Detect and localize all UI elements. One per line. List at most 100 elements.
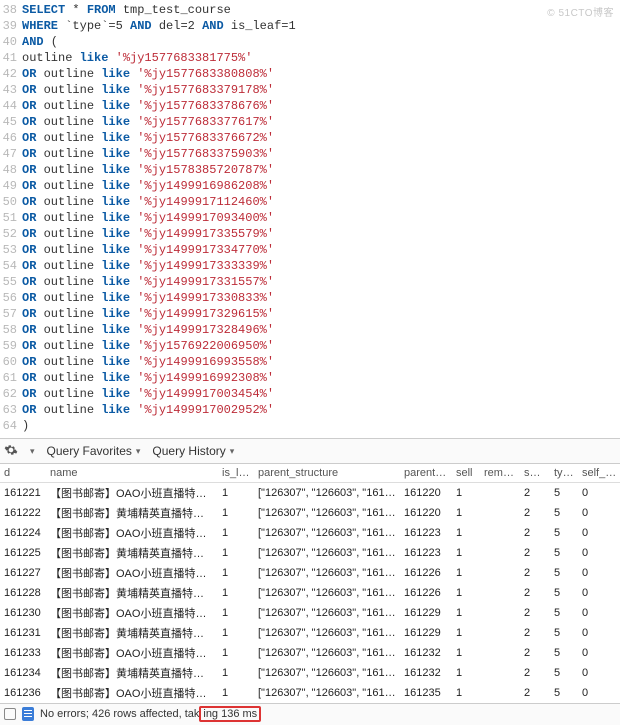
cell-parent_id[interactable]: 161232	[400, 663, 452, 683]
cell-d[interactable]: 161233	[0, 643, 46, 663]
column-header-name[interactable]: name	[46, 464, 218, 482]
code-line[interactable]: OR outline like '%jy1499917333339%'	[22, 258, 620, 274]
cell-d[interactable]: 161231	[0, 623, 46, 643]
cell-parent_structure[interactable]: ["126307", "126603", "161232"]	[254, 663, 400, 683]
cell-sell[interactable]: 1	[452, 503, 480, 523]
cell-parent_id[interactable]: 161220	[400, 482, 452, 503]
cell-self_help[interactable]: 0	[578, 583, 620, 603]
cell-parent_id[interactable]: 161223	[400, 543, 452, 563]
cell-parent_structure[interactable]: ["126307", "126603", "161220"]	[254, 482, 400, 503]
cell-is_leaf[interactable]: 1	[218, 563, 254, 583]
cell-name[interactable]: 【图书邮寄】黄埔精英直播特训营系…	[46, 663, 218, 683]
code-line[interactable]: OR outline like '%jy1576922006950%'	[22, 338, 620, 354]
cell-type[interactable]: 5	[550, 563, 578, 583]
cell-parent_id[interactable]: 161223	[400, 523, 452, 543]
cell-name[interactable]: 【图书邮寄】黄埔精英直播特训营系…	[46, 583, 218, 603]
table-row[interactable]: 161222【图书邮寄】黄埔精英直播特训营系…1["126307", "1266…	[0, 503, 620, 523]
code-line[interactable]: OR outline like '%jy1499917328496%'	[22, 322, 620, 338]
column-header-d[interactable]: d	[0, 464, 46, 482]
cell-is_leaf[interactable]: 1	[218, 523, 254, 543]
cell-type[interactable]: 5	[550, 482, 578, 503]
cell-parent_structure[interactable]: ["126307", "126603", "161229"]	[254, 603, 400, 623]
query-history-button[interactable]: Query History ▾	[152, 444, 234, 458]
code-line[interactable]: OR outline like '%jy1577683375903%'	[22, 146, 620, 162]
cell-type[interactable]: 5	[550, 603, 578, 623]
cell-parent_structure[interactable]: ["126307", "126603", "161232"]	[254, 643, 400, 663]
cell-parent_id[interactable]: 161232	[400, 643, 452, 663]
cell-d[interactable]: 161228	[0, 583, 46, 603]
table-row[interactable]: 161230【图书邮寄】OAO小班直播特训营系…1["126307", "126…	[0, 603, 620, 623]
cell-sell[interactable]: 1	[452, 623, 480, 643]
gear-dropdown[interactable]: ▾	[30, 446, 35, 457]
column-header-type[interactable]: type	[550, 464, 578, 482]
table-row[interactable]: 161227【图书邮寄】OAO小班直播特训营系…1["126307", "126…	[0, 563, 620, 583]
results-table[interactable]: dnameis_leafparent_structureparent_idsel…	[0, 464, 620, 703]
code-line[interactable]: OR outline like '%jy1499917112460%'	[22, 194, 620, 210]
cell-self_help[interactable]: 0	[578, 683, 620, 703]
cell-is_leaf[interactable]: 1	[218, 603, 254, 623]
cell-shop[interactable]: 2	[520, 482, 550, 503]
code-line[interactable]: OR outline like '%jy1499916992308%'	[22, 370, 620, 386]
cell-name[interactable]: 【图书邮寄】OAO小班直播特训营系…	[46, 563, 218, 583]
column-header-sell[interactable]: sell	[452, 464, 480, 482]
cell-name[interactable]: 【图书邮寄】黄埔精英直播特训营系…	[46, 503, 218, 523]
cell-shop[interactable]: 2	[520, 643, 550, 663]
cell-remark[interactable]	[480, 523, 520, 543]
cell-parent_structure[interactable]: ["126307", "126603", "161226"]	[254, 563, 400, 583]
cell-sell[interactable]: 1	[452, 523, 480, 543]
cell-parent_id[interactable]: 161226	[400, 583, 452, 603]
cell-is_leaf[interactable]: 1	[218, 583, 254, 603]
cell-d[interactable]: 161221	[0, 482, 46, 503]
cell-name[interactable]: 【图书邮寄】OAO小班直播特训营系…	[46, 523, 218, 543]
cell-is_leaf[interactable]: 1	[218, 482, 254, 503]
code-line[interactable]: AND (	[22, 34, 620, 50]
cell-name[interactable]: 【图书邮寄】OAO小班直播特训营系…	[46, 482, 218, 503]
code-line[interactable]: outline like '%jy1577683381775%'	[22, 50, 620, 66]
column-header-remark[interactable]: remark	[480, 464, 520, 482]
code-line[interactable]: )	[22, 418, 620, 434]
gear-icon[interactable]	[4, 443, 18, 460]
cell-d[interactable]: 161225	[0, 543, 46, 563]
code-line[interactable]: OR outline like '%jy1499917330833%'	[22, 290, 620, 306]
code-line[interactable]: WHERE `type`=5 AND del=2 AND is_leaf=1	[22, 18, 620, 34]
cell-parent_structure[interactable]: ["126307", "126603", "161220"]	[254, 503, 400, 523]
cell-parent_id[interactable]: 161229	[400, 603, 452, 623]
cell-is_leaf[interactable]: 1	[218, 503, 254, 523]
code-line[interactable]: OR outline like '%jy1577683378676%'	[22, 98, 620, 114]
cell-sell[interactable]: 1	[452, 683, 480, 703]
cell-self_help[interactable]: 0	[578, 523, 620, 543]
cell-parent_structure[interactable]: ["126307", "126603", "161223"]	[254, 543, 400, 563]
cell-type[interactable]: 5	[550, 583, 578, 603]
code-line[interactable]: OR outline like '%jy1499917093400%'	[22, 210, 620, 226]
cell-type[interactable]: 5	[550, 683, 578, 703]
cell-remark[interactable]	[480, 643, 520, 663]
table-row[interactable]: 161231【图书邮寄】黄埔精英直播特训营系…1["126307", "1266…	[0, 623, 620, 643]
cell-shop[interactable]: 2	[520, 663, 550, 683]
cell-parent_id[interactable]: 161229	[400, 623, 452, 643]
cell-parent_structure[interactable]: ["126307", "126603", "161229"]	[254, 623, 400, 643]
cell-is_leaf[interactable]: 1	[218, 683, 254, 703]
cell-shop[interactable]: 2	[520, 543, 550, 563]
table-row[interactable]: 161225【图书邮寄】黄埔精英直播特训营系…1["126307", "1266…	[0, 543, 620, 563]
cell-is_leaf[interactable]: 1	[218, 643, 254, 663]
code-line[interactable]: OR outline like '%jy1577683380808%'	[22, 66, 620, 82]
cell-shop[interactable]: 2	[520, 523, 550, 543]
cell-shop[interactable]: 2	[520, 603, 550, 623]
cell-d[interactable]: 161230	[0, 603, 46, 623]
cell-parent_structure[interactable]: ["126307", "126603", "161226"]	[254, 583, 400, 603]
cell-self_help[interactable]: 0	[578, 623, 620, 643]
cell-remark[interactable]	[480, 503, 520, 523]
column-header-parent_id[interactable]: parent_id	[400, 464, 452, 482]
cell-remark[interactable]	[480, 663, 520, 683]
cell-type[interactable]: 5	[550, 643, 578, 663]
cell-sell[interactable]: 1	[452, 482, 480, 503]
code-line[interactable]: OR outline like '%jy1578385720787%'	[22, 162, 620, 178]
cell-name[interactable]: 【图书邮寄】OAO小班直播特训营系…	[46, 683, 218, 703]
cell-self_help[interactable]: 0	[578, 563, 620, 583]
cell-parent_structure[interactable]: ["126307", "126603", "161223"]	[254, 523, 400, 543]
cell-sell[interactable]: 1	[452, 663, 480, 683]
table-row[interactable]: 161233【图书邮寄】OAO小班直播特训营系…1["126307", "126…	[0, 643, 620, 663]
code-line[interactable]: SELECT * FROM tmp_test_course	[22, 2, 620, 18]
cell-type[interactable]: 5	[550, 523, 578, 543]
cell-remark[interactable]	[480, 543, 520, 563]
